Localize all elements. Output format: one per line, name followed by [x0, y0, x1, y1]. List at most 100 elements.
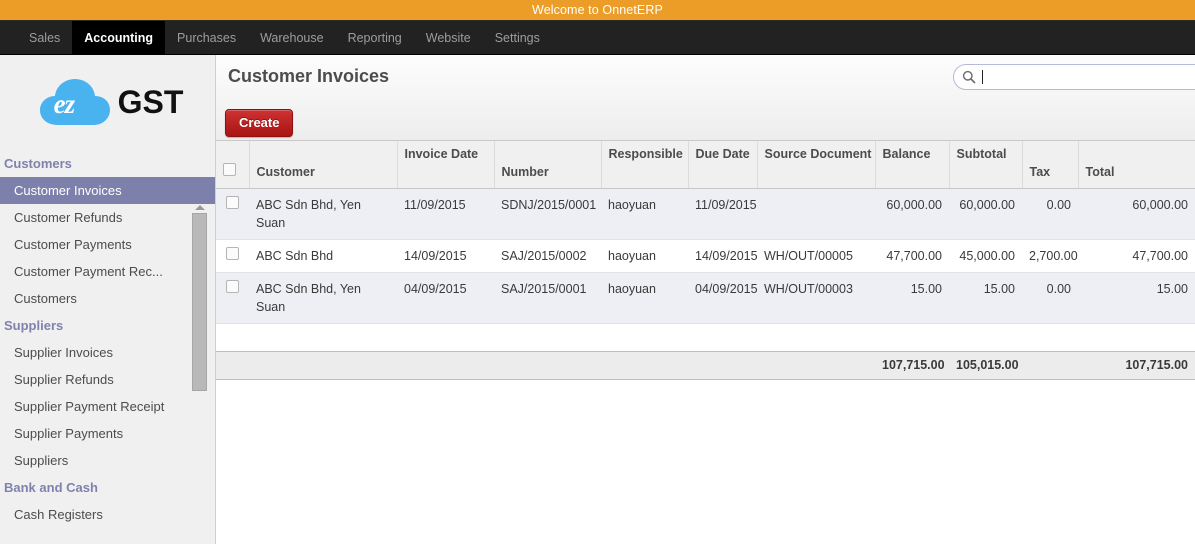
menu-item-settings[interactable]: Settings — [483, 21, 552, 54]
sidebar-nav: Customers Customer Invoices Customer Refun… — [0, 150, 215, 528]
column-header-tax[interactable]: Tax — [1022, 141, 1079, 189]
sidebar-scrollbar[interactable] — [192, 205, 208, 395]
cell-invoice-date: 11/09/2015 — [397, 188, 494, 240]
cell-responsible: haoyuan — [601, 188, 688, 240]
sidebar-item-customer-refunds[interactable]: Customer Refunds — [0, 204, 215, 231]
cell-subtotal: 45,000.00 — [949, 239, 1022, 273]
cell-due-date: 14/09/2015 — [688, 239, 758, 273]
cell-tax: 0.00 — [1022, 188, 1078, 240]
scrollbar-thumb[interactable] — [192, 213, 207, 391]
sidebar-item-supplier-payments[interactable]: Supplier Payments — [0, 420, 215, 447]
main-header: Customer Invoices Create — [216, 55, 1195, 141]
cell-customer: ABC Sdn Bhd, Yen Suan — [249, 188, 397, 240]
row-select-cell[interactable] — [216, 239, 249, 273]
row-select-cell[interactable] — [216, 272, 249, 324]
search-box[interactable] — [953, 64, 1195, 90]
cell-responsible: haoyuan — [601, 239, 688, 273]
search-input[interactable] — [983, 67, 1195, 87]
app-body: ez GST Customers Customer Invoices Custome… — [0, 55, 1195, 544]
totals-spacer — [216, 351, 875, 379]
sidebar-item-customer-invoices[interactable]: Customer Invoices — [0, 177, 215, 204]
brand-logo: ez GST — [0, 55, 215, 150]
cell-responsible: haoyuan — [601, 272, 688, 324]
select-all-checkbox[interactable] — [223, 162, 236, 176]
row-checkbox[interactable] — [226, 195, 239, 209]
row-checkbox[interactable] — [226, 246, 239, 260]
column-header-balance[interactable]: Balance — [875, 141, 950, 189]
table-row[interactable]: ABC Sdn Bhd, Yen Suan 04/09/2015 SAJ/2015/… — [216, 272, 1195, 324]
logo-gst-text: GST — [117, 84, 184, 120]
invoice-list-table: Customer Invoice Date Number Responsible Due… — [216, 141, 1195, 324]
sidebar-group-title-suppliers: Suppliers — [4, 318, 64, 333]
sidebar-item-cash-registers[interactable]: Cash Registers — [0, 501, 215, 528]
cell-total: 47,700.00 — [1078, 239, 1195, 273]
cell-due-date: 11/09/2015 — [688, 188, 757, 240]
main-menu-bar: Sales Accounting Purchases Warehouse Reporti… — [0, 21, 1195, 55]
sidebar-item-supplier-invoices[interactable]: Supplier Invoices — [0, 339, 215, 366]
cell-number: SAJ/2015/0001 — [494, 272, 601, 324]
totals-row: 107,715.00 105,015.00 107,715.00 — [216, 350, 1195, 380]
cloud-icon: ez — [38, 75, 112, 131]
table-header-row: Customer Invoice Date Number Responsible Due… — [216, 141, 1195, 189]
cell-source-document: WH/OUT/00003 — [757, 272, 875, 324]
column-header-subtotal[interactable]: Subtotal — [949, 141, 1023, 189]
column-header-customer[interactable]: Customer — [249, 141, 398, 189]
cell-customer: ABC Sdn Bhd, Yen Suan — [249, 272, 397, 324]
page-title: Customer Invoices — [228, 66, 390, 86]
column-header-number[interactable]: Number — [494, 141, 602, 189]
menu-item-website[interactable]: Website — [414, 21, 483, 54]
logo-ez-text: ez — [53, 88, 75, 119]
cell-invoice-date: 04/09/2015 — [397, 272, 494, 324]
sidebar-item-customers[interactable]: Customers — [0, 285, 215, 312]
cell-source-document — [757, 188, 875, 240]
cell-due-date: 04/09/2015 — [688, 272, 758, 324]
cell-tax: 2,700.00 — [1022, 239, 1078, 273]
cell-balance: 60,000.00 — [875, 188, 949, 240]
menu-item-purchases[interactable]: Purchases — [165, 21, 248, 54]
menu-item-sales[interactable]: Sales — [17, 21, 72, 54]
column-header-responsible[interactable]: Responsible — [601, 141, 689, 189]
column-header-total[interactable]: Total — [1078, 141, 1195, 189]
create-button[interactable]: Create — [225, 109, 294, 137]
table-bottom-gap — [216, 323, 1195, 351]
menu-item-accounting[interactable]: Accounting — [72, 21, 166, 54]
column-header-due-date[interactable]: Due Date — [688, 141, 758, 189]
cell-invoice-date: 14/09/2015 — [397, 239, 494, 273]
table-row[interactable]: ABC Sdn Bhd 14/09/2015 SAJ/2015/0002 haoyua… — [216, 239, 1195, 273]
column-header-source-document[interactable]: Source Document — [757, 141, 876, 189]
cell-balance: 15.00 — [875, 272, 949, 324]
cell-total: 15.00 — [1078, 272, 1195, 324]
scroll-up-arrow-icon[interactable] — [195, 205, 205, 210]
sidebar-item-supplier-payment-receipt[interactable]: Supplier Payment Receipt — [0, 393, 215, 420]
cell-balance: 47,700.00 — [875, 239, 949, 273]
row-checkbox[interactable] — [226, 279, 239, 293]
totals-total: 107,715.00 — [1125, 358, 1188, 372]
sidebar-item-customer-payments[interactable]: Customer Payments — [0, 231, 215, 258]
table-body: ABC Sdn Bhd, Yen Suan 11/09/2015 SDNJ/2015… — [216, 188, 1195, 324]
sidebar-group-title-bank-and-cash: Bank and Cash — [4, 480, 98, 495]
search-icon — [962, 70, 976, 84]
table-row[interactable]: ABC Sdn Bhd, Yen Suan 11/09/2015 SDNJ/2015… — [216, 188, 1195, 240]
cell-source-document: WH/OUT/00005 — [757, 239, 875, 273]
sidebar: ez GST Customers Customer Invoices Custome… — [0, 55, 216, 544]
menu-item-reporting[interactable]: Reporting — [336, 21, 414, 54]
menu-item-warehouse[interactable]: Warehouse — [248, 21, 335, 54]
select-all-header[interactable] — [216, 141, 250, 189]
sidebar-item-supplier-refunds[interactable]: Supplier Refunds — [0, 366, 215, 393]
row-select-cell[interactable] — [216, 188, 249, 240]
cell-customer: ABC Sdn Bhd — [249, 239, 397, 273]
main-content: Customer Invoices Create Customer Invoic… — [216, 55, 1195, 544]
cell-number: SAJ/2015/0002 — [494, 239, 601, 273]
totals-balance: 107,715.00 — [882, 358, 945, 372]
cell-subtotal: 15.00 — [949, 272, 1022, 324]
sidebar-item-customer-payment-rec[interactable]: Customer Payment Rec... — [0, 258, 215, 285]
cell-number: SDNJ/2015/0001 — [494, 188, 601, 240]
sidebar-item-suppliers[interactable]: Suppliers — [0, 447, 215, 474]
cell-subtotal: 60,000.00 — [949, 188, 1022, 240]
sidebar-group-title-customers: Customers — [4, 156, 72, 171]
totals-tax — [1022, 351, 1078, 379]
column-header-invoice-date[interactable]: Invoice Date — [397, 141, 495, 189]
cell-total: 60,000.00 — [1078, 188, 1195, 240]
welcome-banner: Welcome to OnnetERP — [0, 0, 1195, 21]
totals-subtotal: 105,015.00 — [956, 358, 1019, 372]
